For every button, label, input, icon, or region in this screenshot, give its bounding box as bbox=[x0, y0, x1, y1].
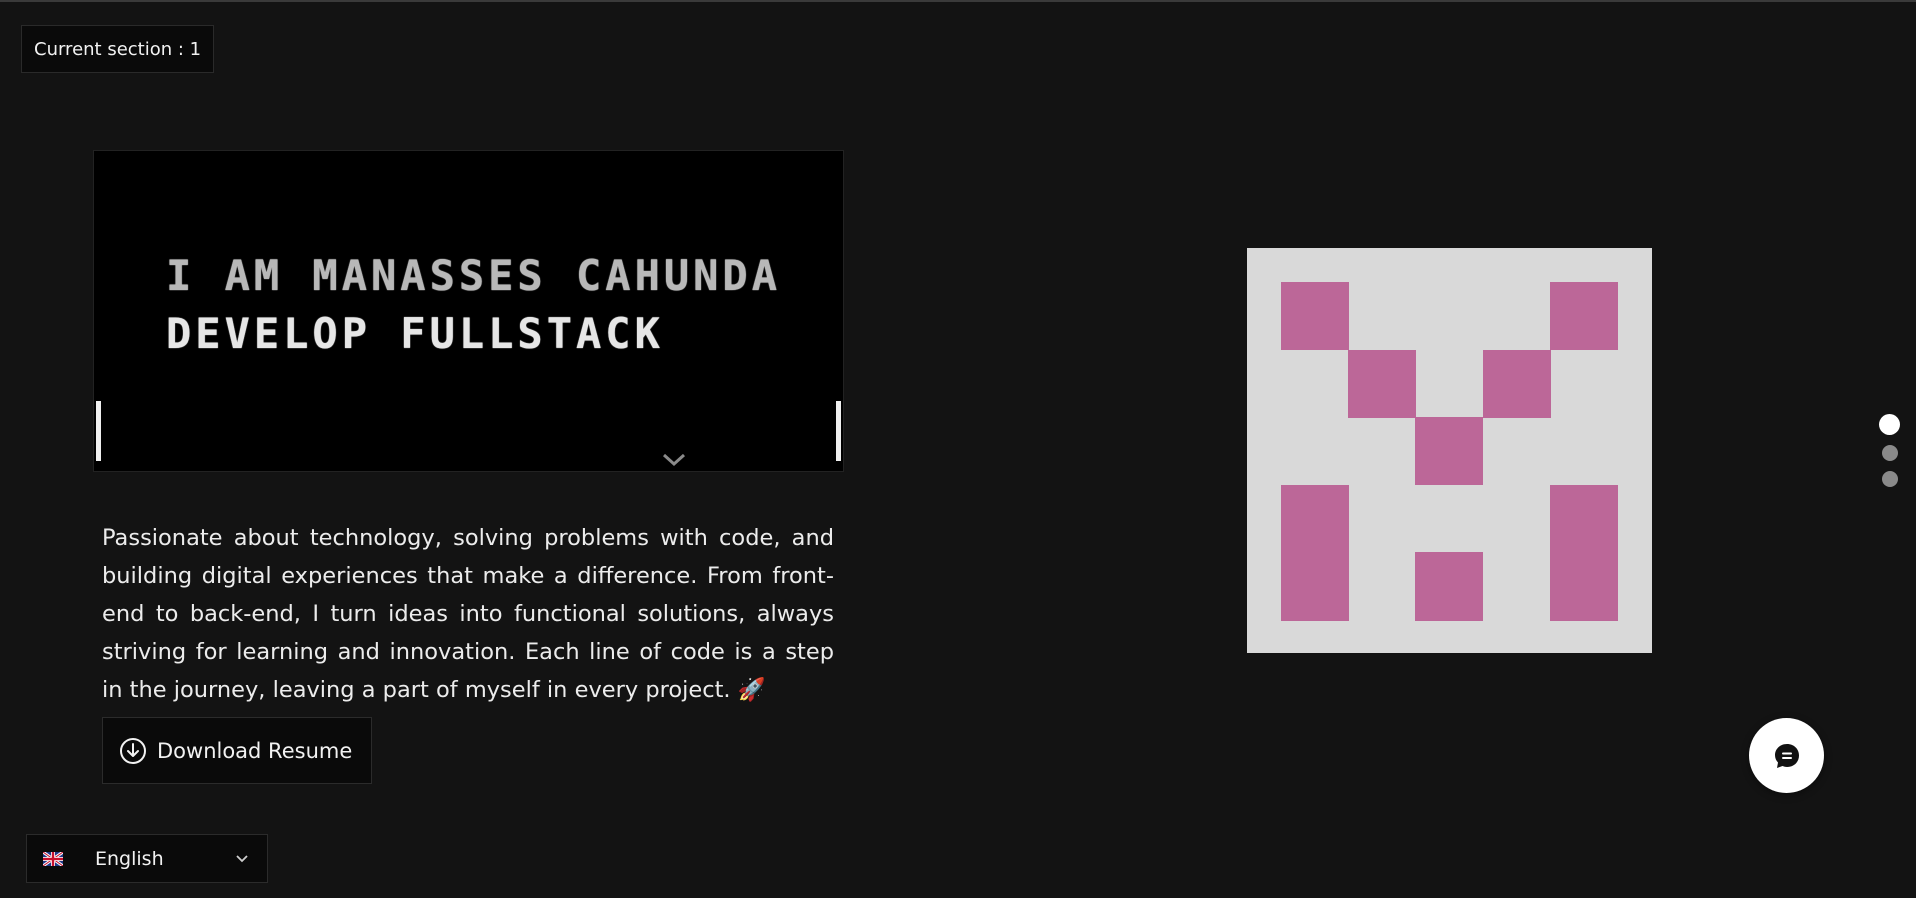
section-nav-dots bbox=[1879, 414, 1900, 487]
language-select-value: English bbox=[95, 847, 164, 870]
current-section-indicator: Current section : 1 bbox=[21, 25, 215, 73]
hero-banner: I AM MANASSES CAHUNDA DEVELOP FULLSTACK bbox=[93, 150, 844, 472]
logo-pixel bbox=[1281, 485, 1349, 621]
top-border bbox=[0, 0, 1916, 2]
download-resume-button[interactable]: Download Resume bbox=[102, 717, 372, 784]
hero-subtitle-line: DEVELOP FULLSTACK bbox=[166, 309, 664, 358]
uk-flag-icon bbox=[43, 851, 63, 866]
logo-pixel bbox=[1348, 350, 1416, 418]
section-dot-1[interactable] bbox=[1879, 414, 1900, 435]
section-dot-3[interactable] bbox=[1881, 471, 1898, 487]
download-resume-label: Download Resume bbox=[157, 738, 353, 763]
logo-pixel bbox=[1415, 552, 1483, 621]
logo-pixel bbox=[1415, 417, 1483, 485]
logo-pixel bbox=[1483, 350, 1551, 418]
logo-pixel bbox=[1550, 485, 1618, 621]
chevron-down-icon bbox=[235, 854, 249, 864]
about-description: Passionate about technology, solving pro… bbox=[102, 524, 834, 703]
hero-title-line: I AM MANASSES CAHUNDA bbox=[166, 251, 782, 300]
logo-pixel bbox=[1281, 282, 1349, 350]
chat-bubble-icon bbox=[1774, 743, 1799, 768]
chat-button[interactable] bbox=[1749, 718, 1824, 793]
logo-pixel bbox=[1550, 282, 1618, 350]
scroll-down-icon bbox=[662, 453, 686, 467]
current-section-label: Current section : 1 bbox=[34, 38, 202, 60]
hero-right-edge-bar bbox=[836, 401, 841, 461]
language-select[interactable]: English bbox=[26, 834, 268, 883]
hero-left-edge-bar bbox=[96, 401, 101, 461]
section-dot-2[interactable] bbox=[1881, 445, 1898, 461]
pixel-logo bbox=[1247, 248, 1652, 653]
download-circle-icon bbox=[119, 737, 147, 765]
